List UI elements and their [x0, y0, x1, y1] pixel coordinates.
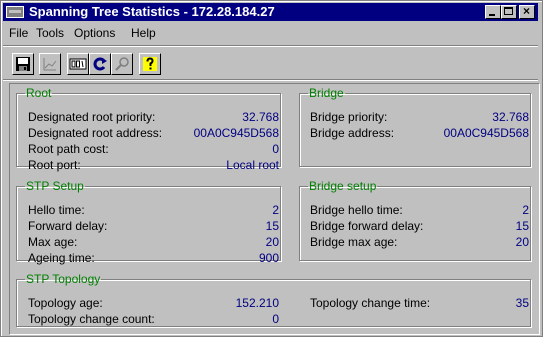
- topology-age-label: Topology age:: [28, 296, 103, 310]
- root-port-row: Root port: Local root: [28, 158, 279, 173]
- refresh-button[interactable]: [89, 53, 111, 75]
- title-bar[interactable]: Spanning Tree Statistics - 172.28.184.27…: [3, 3, 538, 21]
- minimize-button[interactable]: [485, 5, 501, 19]
- menu-help[interactable]: Help: [131, 26, 156, 40]
- bridge-address-label: Bridge address:: [310, 126, 395, 140]
- window-title: Spanning Tree Statistics - 172.28.184.27: [29, 4, 275, 19]
- topology-change-count-label: Topology change count:: [28, 312, 155, 326]
- bridge-max-age-label: Bridge max age:: [310, 235, 398, 249]
- topology-change-time-label: Topology change time:: [310, 296, 431, 310]
- bridge-max-age-value: 20: [515, 235, 529, 249]
- menu-file-label: File: [9, 26, 29, 40]
- bridge-hello-time-row: Bridge hello time: 2: [310, 203, 529, 218]
- forward-delay-label: Forward delay:: [28, 219, 108, 233]
- graph-icon: [42, 56, 58, 72]
- max-age-value: 20: [265, 235, 279, 249]
- maximize-button[interactable]: [501, 5, 517, 19]
- refresh-icon: [92, 56, 108, 72]
- root-path-cost-value: 0: [272, 142, 279, 156]
- bridge-forward-delay-label: Bridge forward delay:: [310, 219, 424, 233]
- menu-help-label: Help: [131, 26, 156, 40]
- topology-change-time-value: 35: [515, 296, 529, 310]
- close-icon: ×: [523, 4, 531, 18]
- root-group: Root Designated root priority: 32.768 De…: [16, 86, 281, 172]
- root-priority-row: Designated root priority: 32.768: [28, 110, 279, 125]
- bridge-max-age-row: Bridge max age: 20: [310, 235, 529, 250]
- topology-change-count-value: 0: [272, 312, 279, 326]
- menu-bar: File Tools Options Help: [3, 23, 538, 41]
- hello-time-value: 2: [272, 203, 279, 217]
- ageing-time-value: 900: [258, 251, 279, 265]
- bridge-forward-delay-value: 15: [515, 219, 529, 233]
- root-port-value: Local root: [226, 158, 279, 172]
- topology-age-row: Topology age: 152.210: [28, 296, 279, 311]
- hello-time-row: Hello time: 2: [28, 203, 279, 218]
- root-address-row: Designated root address: 00A0C945D568: [28, 126, 279, 141]
- root-port-label: Root port:: [28, 158, 81, 172]
- topology-age-value: 152.210: [235, 296, 279, 310]
- stp-topology-group: STP Topology Topology age: 152.210 Topol…: [16, 273, 531, 327]
- bridge-group: Bridge Bridge priority: 32.768 Bridge ad…: [299, 87, 531, 167]
- bridge-hello-time-value: 2: [522, 203, 529, 217]
- reset-counter-button[interactable]: [67, 53, 89, 75]
- designated-root-priority-label: Designated root priority:: [28, 110, 156, 124]
- topology-change-count-row: Topology change count: 0: [28, 312, 279, 327]
- forward-delay-value: 15: [265, 219, 279, 233]
- reset-counter-icon: [69, 57, 87, 71]
- app-icon[interactable]: [6, 6, 24, 18]
- bridge-priority-row: Bridge priority: 32.768: [310, 110, 529, 125]
- bridge-address-row: Bridge address: 00A0C945D568: [310, 126, 529, 141]
- bridge-hello-time-label: Bridge hello time:: [310, 203, 403, 217]
- bridge-setup-group-title: Bridge setup: [309, 179, 377, 193]
- bridge-group-title: Bridge: [309, 86, 344, 100]
- bridge-priority-label: Bridge priority:: [310, 110, 388, 124]
- menu-tools-label: Tools: [36, 26, 65, 40]
- topology-change-time-row: Topology change time: 35: [310, 296, 529, 311]
- help-icon: [142, 56, 158, 72]
- menu-options-label: Options: [74, 26, 116, 40]
- menu-options[interactable]: Options: [74, 26, 115, 40]
- forward-delay-row: Forward delay: 15: [28, 219, 279, 234]
- root-path-cost-row: Root path cost: 0: [28, 142, 279, 157]
- toolbar: [3, 47, 538, 77]
- designated-root-address-value: 00A0C945D568: [193, 126, 279, 140]
- help-button[interactable]: [139, 53, 161, 75]
- max-age-label: Max age:: [28, 235, 78, 249]
- ageing-time-label: Ageing time:: [28, 251, 95, 265]
- bridge-setup-group: Bridge setup Bridge hello time: 2 Bridge…: [299, 180, 531, 261]
- designated-root-address-label: Designated root address:: [28, 126, 163, 140]
- bridge-forward-delay-row: Bridge forward delay: 15: [310, 219, 529, 234]
- statistics-panel: Root Designated root priority: 32.768 De…: [9, 83, 540, 335]
- designated-root-priority-value: 32.768: [242, 110, 279, 124]
- application-window: Spanning Tree Statistics - 172.28.184.27…: [0, 0, 543, 337]
- stp-setup-group-title: STP Setup: [26, 179, 84, 193]
- hello-time-label: Hello time:: [28, 203, 85, 217]
- toolbar-separator: [3, 79, 538, 81]
- save-icon: [15, 56, 31, 72]
- root-path-cost-label: Root path cost:: [28, 142, 109, 156]
- find-icon: [114, 56, 130, 72]
- menu-file[interactable]: File: [9, 26, 28, 40]
- stp-setup-group: STP Setup Hello time: 2 Forward delay: 1…: [16, 179, 281, 265]
- menu-tools[interactable]: Tools: [36, 26, 64, 40]
- find-button[interactable]: [111, 53, 133, 75]
- ageing-time-row: Ageing time: 900: [28, 251, 279, 266]
- save-button[interactable]: [12, 53, 34, 75]
- stp-topology-group-title: STP Topology: [26, 272, 101, 286]
- bridge-priority-value: 32.768: [492, 110, 529, 124]
- max-age-row: Max age: 20: [28, 235, 279, 250]
- root-group-title: Root: [26, 86, 52, 100]
- bridge-address-value: 00A0C945D568: [443, 126, 529, 140]
- graph-button[interactable]: [39, 53, 61, 75]
- close-button[interactable]: ×: [519, 4, 535, 19]
